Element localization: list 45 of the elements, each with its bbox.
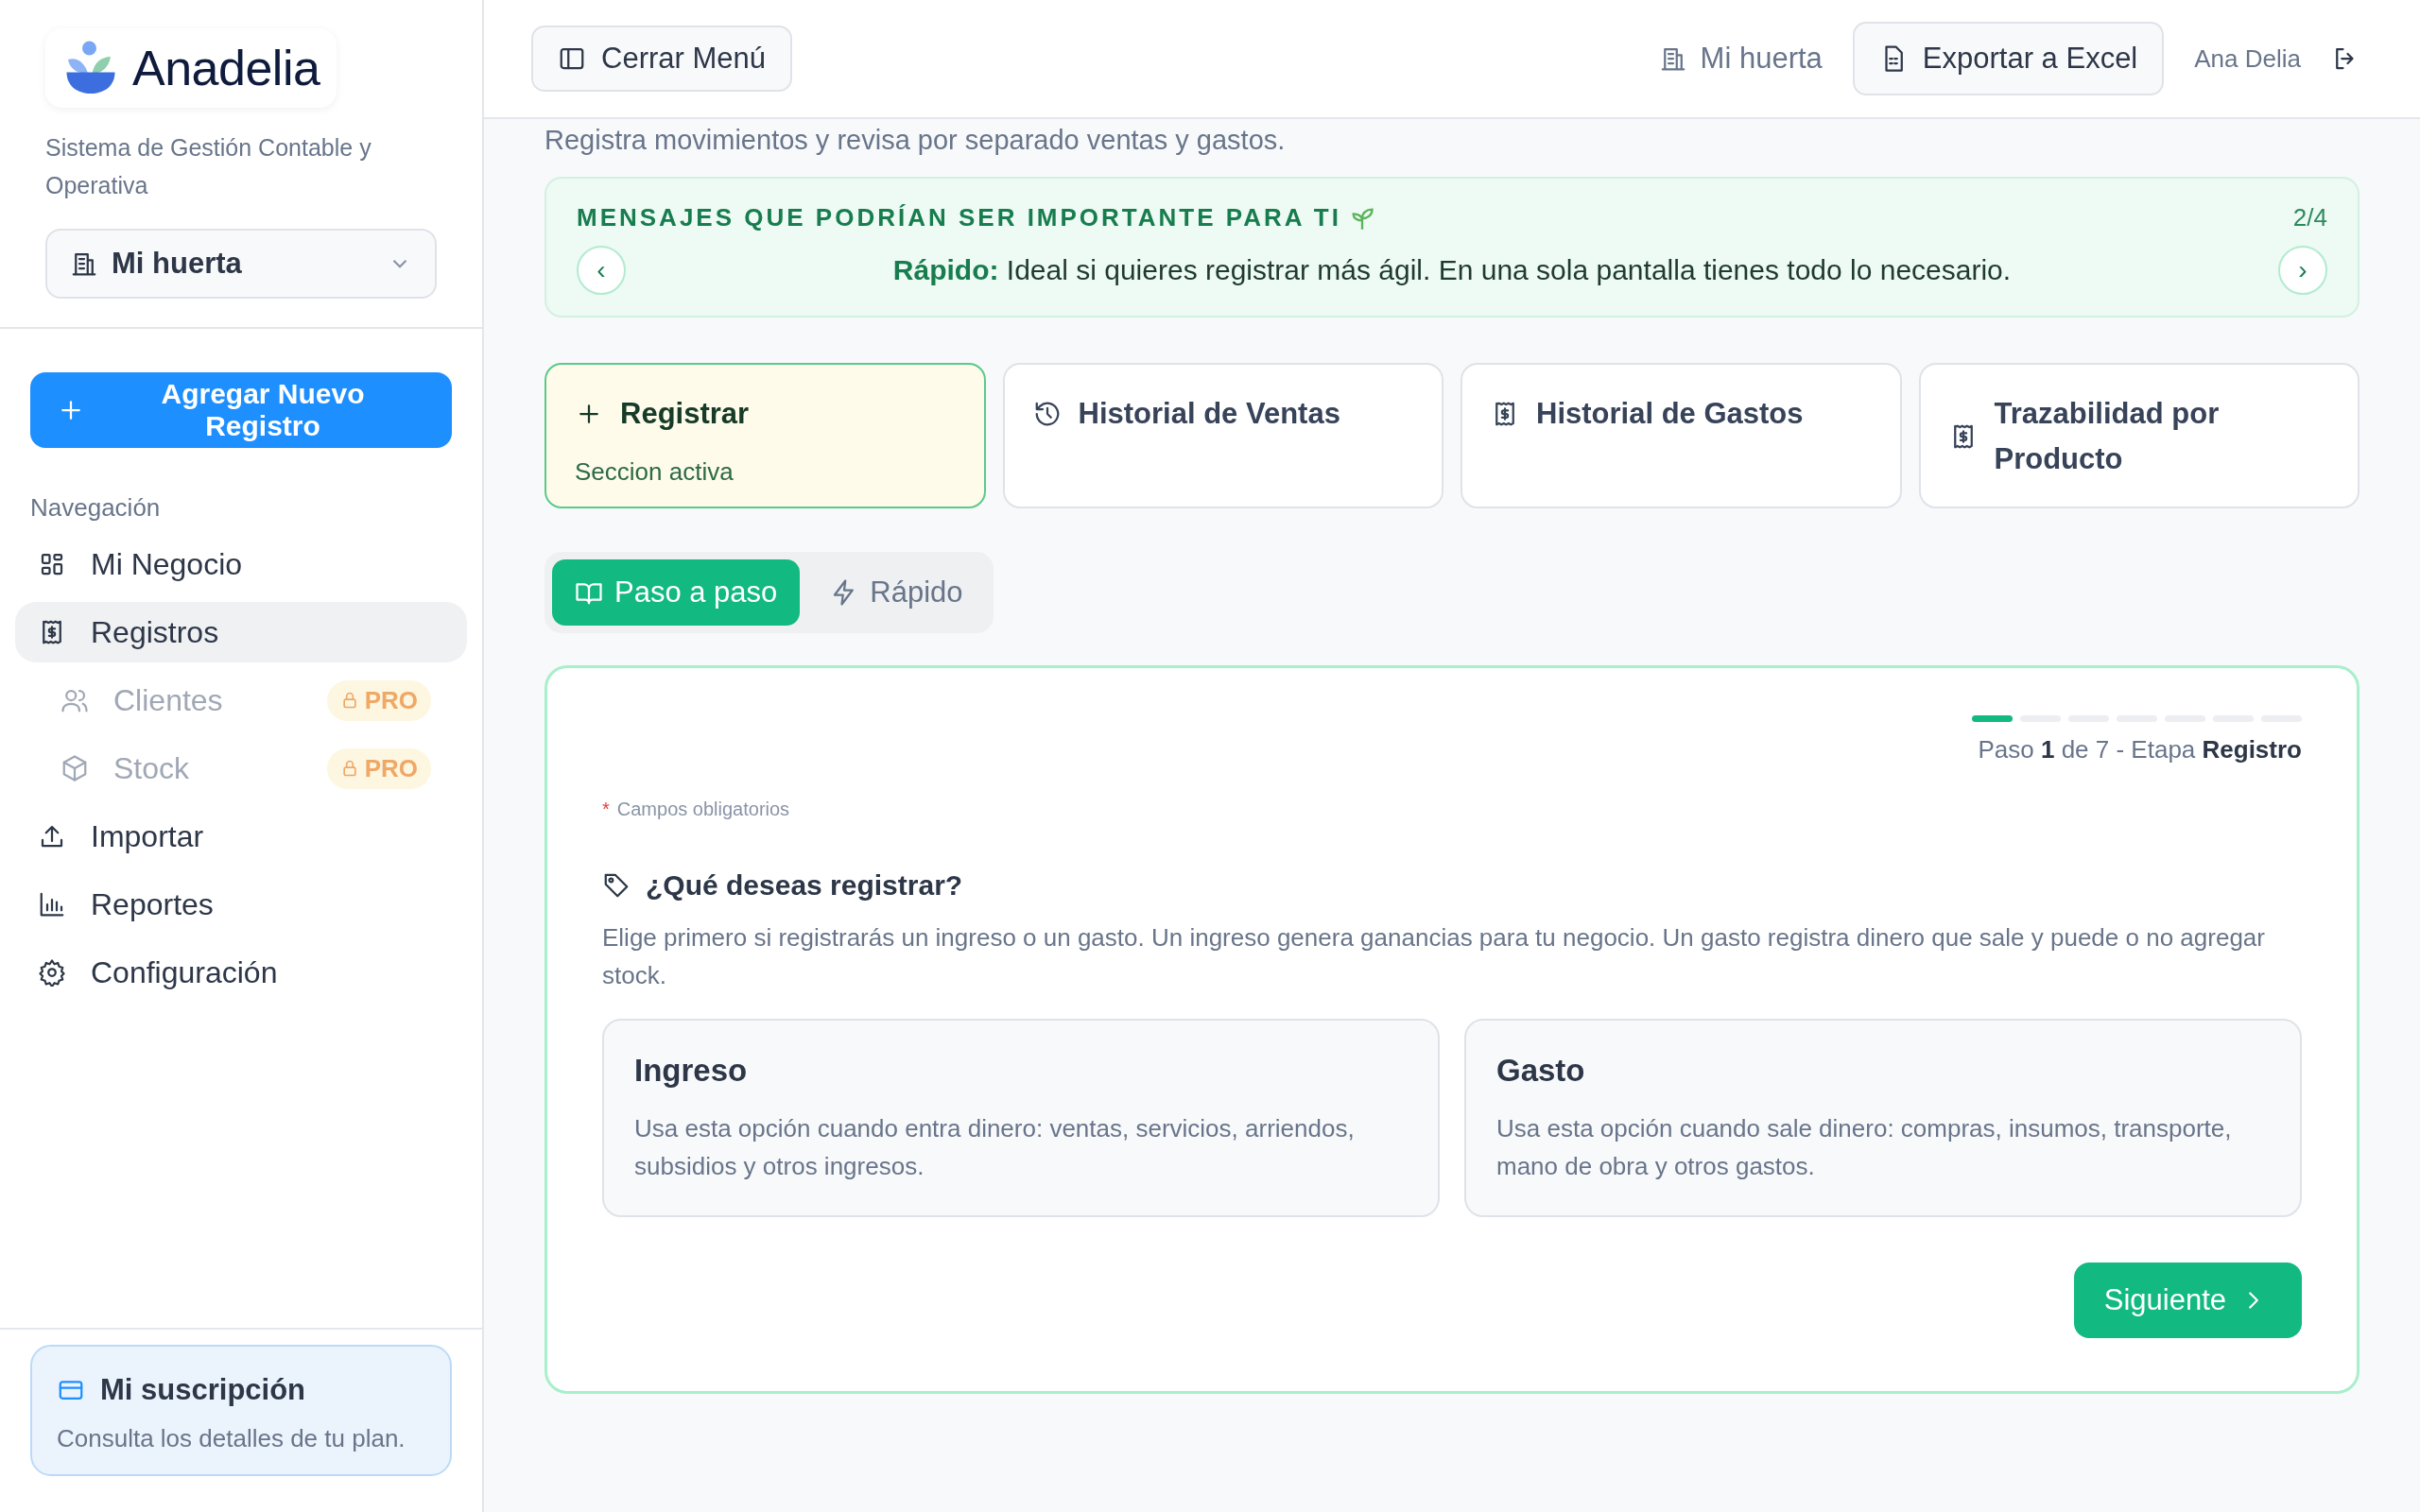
nav-item[interactable]: Importar	[15, 806, 467, 867]
tag-icon	[602, 871, 631, 900]
option-title: Gasto	[1496, 1053, 1585, 1088]
section-tab[interactable]: Historial de Gastos	[1461, 363, 1902, 508]
nav-item[interactable]: Registros	[15, 602, 467, 662]
next-button[interactable]: ›	[2278, 246, 2327, 295]
close-menu-button[interactable]: Cerrar Menú	[531, 26, 792, 92]
required-mark: *	[602, 799, 610, 820]
messages-title: MENSAJES QUE PODRÍAN SER IMPORTANTE PARA TI	[577, 203, 1341, 232]
nav-item[interactable]: Mi Negocio	[15, 534, 467, 594]
box-icon	[60, 754, 89, 782]
required-note: Campos obligatorios	[616, 799, 790, 820]
section-tab[interactable]: Historial de Ventas	[1002, 363, 1443, 508]
section-tab[interactable]: Registrar Seccion activa	[544, 363, 986, 508]
option-description: Usa esta opción cuando entra dinero: ventas, servicios, arriendos, subsidios y otros ingresos.	[634, 1113, 1356, 1182]
question-description: Elige primero si registrarás un ingreso o un gasto. Un ingreso genera ganancias para tu negocio. Un gasto registra dinero que sale y puede o no agregar stock.	[602, 922, 2266, 991]
bar-chart-icon	[38, 890, 66, 919]
nav-heading: Navegación	[30, 493, 162, 523]
logo: Anadelia	[45, 28, 337, 108]
tab-note: Seccion activa	[575, 457, 735, 487]
message-counter: 2/4	[2292, 203, 2327, 232]
business-link[interactable]: Mi huerta	[1658, 42, 1823, 76]
step-text: Paso 1 de 7 - Etapa Registro	[1978, 735, 2302, 765]
pro-badge: PRO	[326, 747, 431, 789]
app-subtitle: Sistema de Gestión Contable y Operativa	[45, 133, 372, 200]
question-title: ¿Qué deseas registrar?	[646, 869, 963, 902]
option-card[interactable]: Ingreso Usa esta opción cuando entra dinero: ventas, servicios, arriendos, subsidios y otros ingresos.	[602, 1019, 1440, 1217]
option-description: Usa esta opción cuando sale dinero: compras, insumos, transporte, mano de obra y otros gastos.	[1496, 1113, 2233, 1182]
export-excel-button[interactable]: Exportar a Excel	[1852, 22, 2165, 95]
nav-item[interactable]: Configuración	[15, 942, 467, 1003]
subscription-text: Consulta los detalles de tu plan.	[57, 1424, 406, 1453]
business-select[interactable]: Mi huerta	[45, 229, 437, 299]
subscription-card[interactable]: Mi suscripción Consulta los detalles de tu plan.	[30, 1345, 452, 1476]
previous-button[interactable]: ‹	[577, 246, 626, 295]
subscription-title: Mi suscripción	[100, 1373, 306, 1407]
page-subtitle: Registra movimientos y revisa por separado ventas y gastos.	[544, 125, 1287, 156]
option-card[interactable]: Gasto Usa esta opción cuando sale dinero: compras, insumos, transporte, mano de obra y otros gastos.	[1464, 1019, 2302, 1217]
nav-item[interactable]: Reportes	[15, 874, 467, 935]
user-name: Ana Delia	[2194, 43, 2301, 74]
pro-badge: PRO	[326, 679, 431, 721]
settings-icon	[38, 958, 66, 987]
mode-tab[interactable]: Rápido	[807, 559, 986, 626]
section-tab[interactable]: Trazabilidad por Producto	[1918, 363, 2360, 508]
message-text: Rápido: Ideal si quieres registrar más ágil. En una sola pantalla tienes todo lo necesario.	[891, 254, 2013, 286]
option-title: Ingreso	[634, 1053, 748, 1088]
